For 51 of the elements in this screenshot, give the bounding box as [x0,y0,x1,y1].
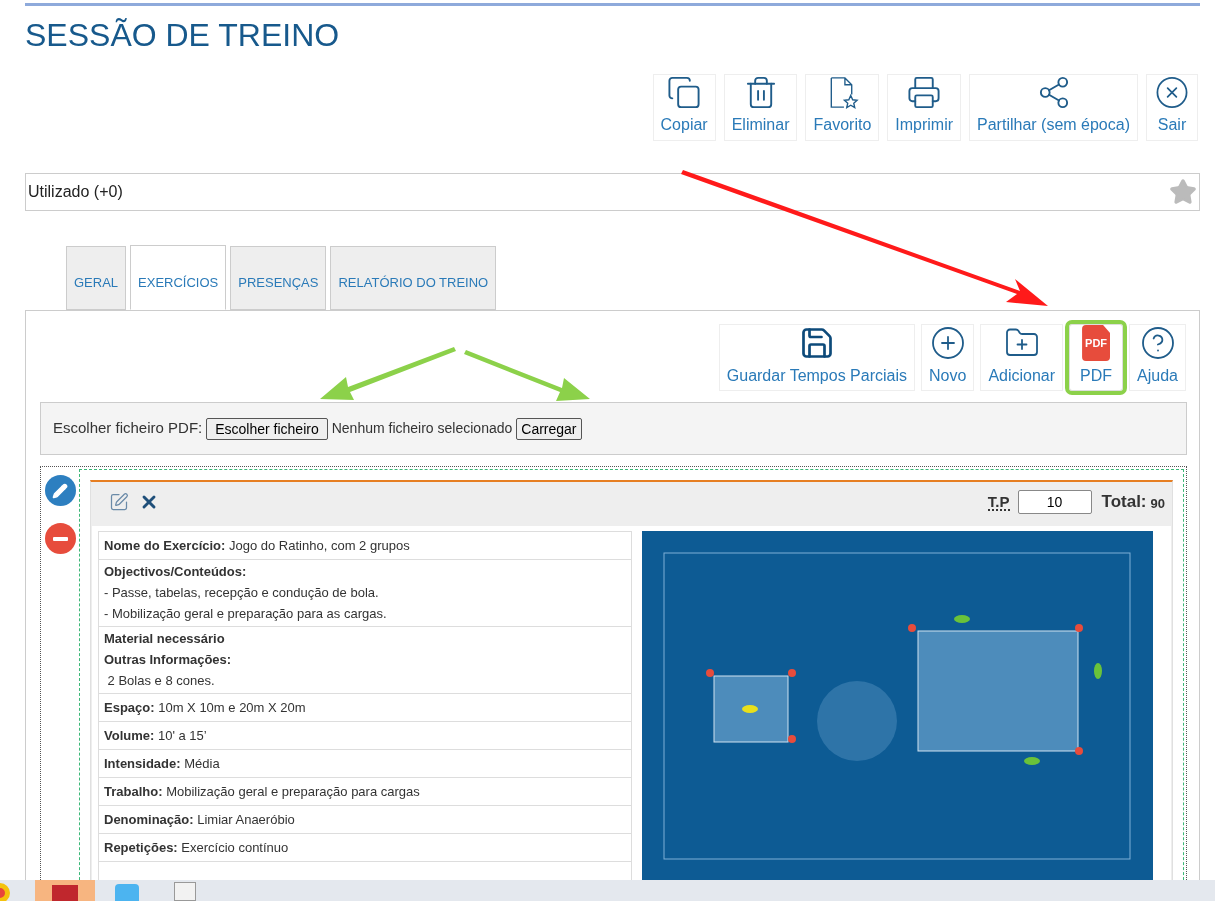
toolbar-button[interactable]: Partilhar (sem época) [969,74,1138,141]
field-heading: Material necessário [104,630,226,648]
toolbar-button[interactable]: Sair [1146,74,1198,141]
table-cell: Intensidade: Média [99,750,631,778]
tp-label: T.P [987,493,1010,511]
table-cell: Repetições: Exercício contínuo [99,834,631,862]
table-cell: Denominação: Limiar Anaeróbio [99,806,631,834]
toolbar-button[interactable]: Adicionar [980,324,1064,391]
edit-button[interactable] [44,475,76,506]
table-cell: Trabalho: Mobilização geral e preparação para cargas [99,778,631,806]
toolbar-button[interactable]: Imprimir [887,74,962,141]
total-value: 90 [1150,494,1165,513]
tab[interactable]: PRESENÇAS [230,246,327,310]
field-heading: Objectivos/Conteúdos: [104,563,248,581]
field-text: 2 Bolas e 8 cones. [106,672,216,690]
minus-icon [52,536,68,541]
toolbar-button[interactable]: Eliminar [723,74,798,141]
printer-icon [906,75,943,110]
pdf-file-icon: PDF [1082,325,1111,361]
table-cell: Espaço: 10m X 10m e 20m X 20m [99,694,631,722]
table-cell: Nome do Exercício: Jogo do Ratinho, com 2 grupos [99,532,631,560]
toolbar-button[interactable]: Ajuda [1129,324,1186,391]
app-icon[interactable] [35,880,95,901]
tab[interactable]: EXERCÍCIOS [130,245,227,310]
toolbar-button[interactable]: Favorito [805,74,880,141]
tab[interactable]: GERAL [66,246,127,310]
file-status: Nenhum ficheiro selecionado [331,419,513,438]
help-icon [1139,325,1176,361]
close-icon [1154,75,1190,110]
usage-text: Utilizado (+0) [28,182,123,202]
tab[interactable]: RELATÓRIO DO TREINO [330,246,497,310]
pencil-icon [52,482,68,499]
field-text: - Passe, tabelas, recepção e condução de bola. [104,584,380,602]
table-cell: Volume: 10' a 15’ [99,722,631,750]
page-title: SESSÃO DE TREINO [25,17,341,53]
toolbar-button[interactable]: Copiar [652,74,716,141]
tp-field[interactable]: 10 [1017,490,1092,514]
star-icon[interactable] [1169,178,1197,206]
copy-icon [666,75,703,110]
toolbar-button[interactable]: Guardar Tempos Parciais [718,324,915,391]
choose-file-button[interactable]: Escolher ficheiro [206,417,328,440]
field-heading: Outras Informações: [104,651,233,669]
remove-button[interactable] [44,523,76,554]
toolbar-button[interactable]: Novo [921,324,975,391]
field-text: - Mobilização geral e preparação para as cargas. [104,605,388,623]
app-icon[interactable] [174,882,196,901]
upload-label: Escolher ficheiro PDF: [53,418,203,439]
upload-button[interactable]: Carregar [516,417,582,440]
total-label: Total: [1101,491,1147,514]
plus-circle-icon [929,325,966,361]
edit-icon[interactable] [109,492,129,512]
